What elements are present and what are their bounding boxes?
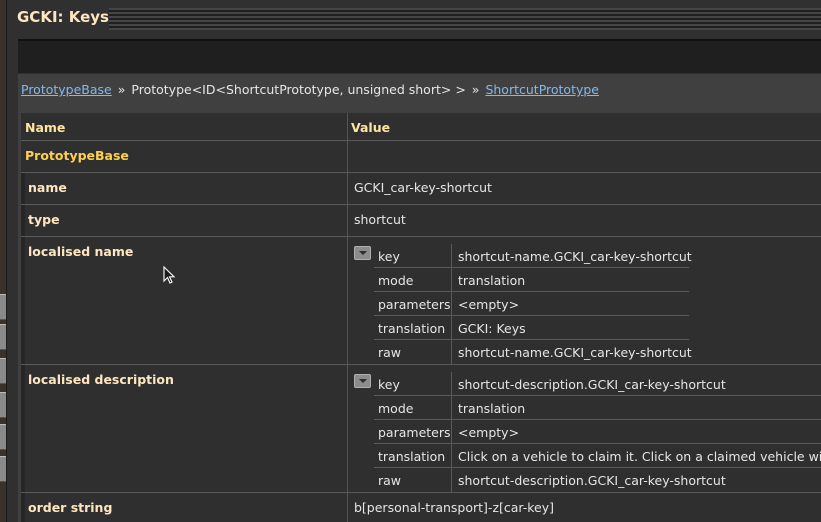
nested-row-raw: raw shortcut-name.GCKI_car-key-shortcut [374, 340, 821, 364]
property-label: localised name [28, 244, 134, 259]
drag-handle[interactable] [109, 8, 821, 30]
table-row-localised-name: localised name key shortcut-name.GCKI_ca… [21, 236, 821, 364]
property-label: type [28, 212, 60, 227]
property-value: b[personal-transport]-z[car-key] [354, 500, 555, 515]
nested-row-key: key shortcut-name.GCKI_car-key-shortcut [374, 244, 821, 268]
section-row-prototypebase: PrototypeBase [21, 140, 821, 172]
breadcrumb: PrototypeBase » Prototype<ID<ShortcutProto… [21, 82, 599, 97]
nested-row-mode: mode translation [374, 268, 821, 292]
property-table: Name Value PrototypeBase name GCKI_car-k… [18, 110, 821, 522]
nested-row-key: key shortcut-description.GCKI_car-key-sh… [374, 372, 821, 396]
collapse-toggle-icon[interactable] [354, 246, 371, 260]
nested-row-parameters: parameters <empty> [374, 292, 821, 316]
property-label: order string [28, 500, 113, 515]
property-value: GCKI_car-key-shortcut [354, 180, 492, 195]
section-title: PrototypeBase [25, 148, 129, 163]
table-row-type: type shortcut [21, 204, 821, 236]
titlebar[interactable]: GCKI: Keys [7, 0, 821, 38]
nested-row-parameters: parameters <empty> [374, 420, 821, 444]
property-value: shortcut [354, 212, 406, 227]
breadcrumb-link-shortcutprototype[interactable]: ShortcutPrototype [485, 82, 599, 97]
breadcrumb-separator: » [117, 82, 126, 97]
breadcrumb-separator: » [471, 82, 480, 97]
breadcrumb-current-class: Prototype<ID<ShortcutPrototype, unsigned… [131, 82, 466, 97]
breadcrumb-bar: PrototypeBase » Prototype<ID<ShortcutProto… [18, 74, 821, 110]
table-row-order-string: order string b[personal-transport]-z[car… [21, 492, 821, 522]
nested-row-translation: translation Click on a vehicle to claim … [374, 444, 821, 468]
table-row-localised-description: localised description key shortcut-descr… [21, 364, 821, 492]
breadcrumb-link-prototypebase[interactable]: PrototypeBase [21, 82, 112, 97]
property-grid[interactable]: Name Value PrototypeBase name GCKI_car-k… [21, 113, 821, 522]
mouse-cursor-icon [163, 266, 176, 284]
localised-name-table: key shortcut-name.GCKI_car-key-shortcut … [354, 237, 821, 365]
window-title: GCKI: Keys [17, 8, 109, 26]
prototype-explorer-window: GCKI: Keys PrototypeBase » Prototype<ID<Sh… [6, 0, 821, 522]
table-row-name: name GCKI_car-key-shortcut [21, 172, 821, 204]
property-label: localised description [28, 372, 174, 387]
nested-row-mode: mode translation [374, 396, 821, 420]
toolbar [18, 39, 821, 73]
collapse-toggle-icon[interactable] [354, 374, 371, 388]
property-label: name [28, 180, 67, 195]
nested-row-translation: translation GCKI: Keys [374, 316, 821, 340]
nested-row-raw: raw shortcut-description.GCKI_car-key-sh… [374, 468, 821, 492]
localised-description-table: key shortcut-description.GCKI_car-key-sh… [354, 365, 821, 493]
